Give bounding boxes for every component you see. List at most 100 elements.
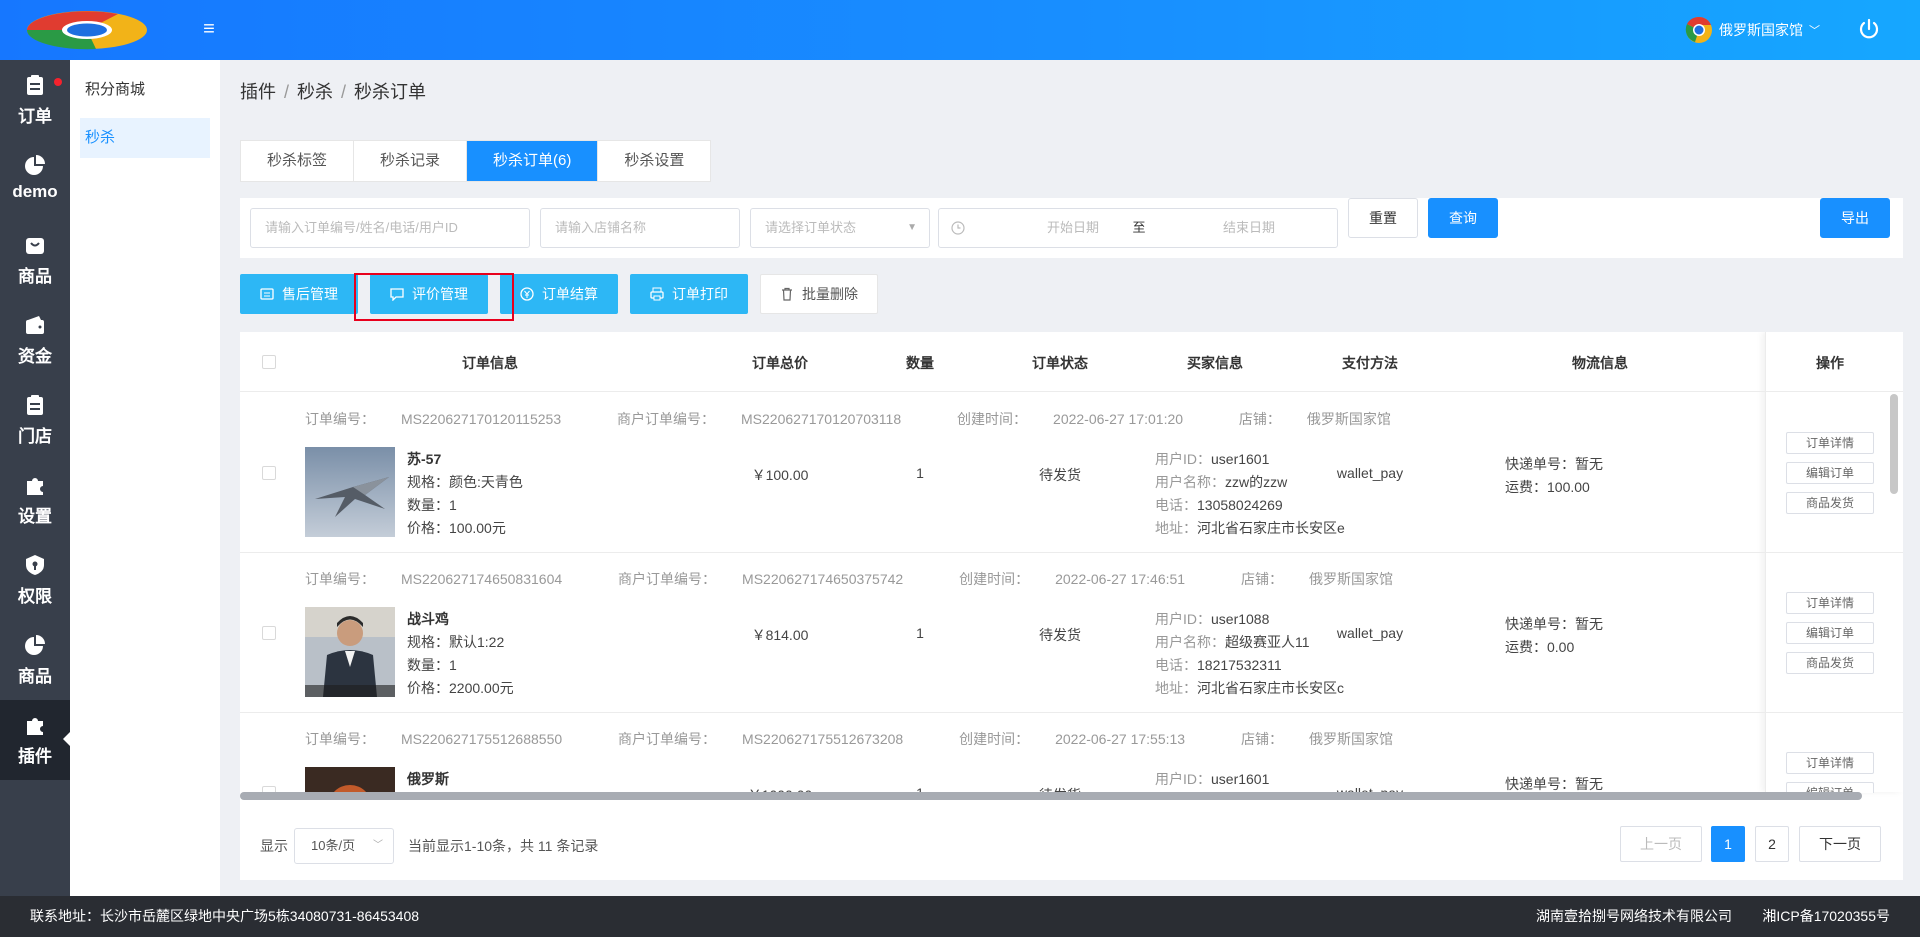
subnav-points-mall[interactable]: 积分商城 [80,70,210,110]
page-button[interactable]: 1 [1711,826,1745,862]
page-size-select[interactable]: 10条/页 ﹀ [294,828,394,864]
shop-name: 俄罗斯国家馆 [1308,731,1393,747]
nav-permissions[interactable]: 权限 [0,540,70,620]
sub-sidebar: 积分商城 秒杀 [70,60,220,896]
nav-stores[interactable]: 门店 [0,380,70,460]
prev-page-button[interactable]: 上一页 [1620,826,1702,862]
nav-label: 权限 [18,587,52,606]
after-sales-button[interactable]: 售后管理 [240,274,358,314]
edit-order-button[interactable]: 编辑订单 [1786,462,1874,484]
settlement-button[interactable]: 订单结算 [500,274,618,314]
tab-flash-tags[interactable]: 秒杀标签 [241,141,355,181]
print-button[interactable]: 订单打印 [630,274,748,314]
pagination-info: 显示 10条/页 ﹀ 当前显示1-10条，共 11 条记录 [260,828,598,864]
row-checkbox[interactable] [262,626,276,640]
ship-goods-button[interactable]: 商品发货 [1786,652,1874,674]
nav-label: 设置 [18,507,52,526]
subnav-flash-sale[interactable]: 秒杀 [80,118,210,158]
product-thumbnail [305,607,395,697]
batch-delete-button[interactable]: 批量删除 [760,274,878,314]
tab-flash-records[interactable]: 秒杀记录 [354,141,468,181]
order-meta: 订单编号： MS220627175512688550 商户订单编号： MS22062… [305,731,1393,747]
shop-input[interactable]: 请输入店铺名称 [540,208,740,248]
order-detail-button[interactable]: 订单详情 [1786,592,1874,614]
power-icon[interactable] [1858,18,1880,40]
store-name: 俄罗斯国家馆 [1719,22,1803,38]
merchant-order-number: MS220627174650375742 [742,571,904,587]
start-date[interactable]: 开始日期 [1013,209,1133,247]
buyer-address: 地址：河北省石家庄市长安区e [1155,520,1345,536]
breadcrumb-current: 秒杀订单 [354,82,427,102]
order-number: MS220627170120115253 [401,411,562,427]
logo-icon[interactable] [26,10,148,50]
breadcrumb-item[interactable]: 秒杀 [297,82,333,102]
status-select-placeholder: 请选择订单状态 [765,220,857,235]
buyer-phone: 电话：18217532311 [1155,657,1282,673]
bag-icon [26,238,44,254]
order-number: MS220627175512688550 [401,731,563,747]
buyer-id: 用户ID：user1601 [1155,451,1270,467]
next-page-button[interactable]: 下一页 [1799,826,1881,862]
export-button[interactable]: 导出 [1820,198,1890,238]
highlight-box [354,273,514,321]
select-all-checkbox[interactable] [262,355,276,369]
nav-label: 门店 [18,427,52,446]
status-select[interactable]: 请选择订单状态 ▼ [750,208,930,248]
created-time: 2022-06-27 17:55:13 [1055,731,1186,747]
nav-label: 资金 [18,347,52,366]
nav-orders[interactable]: 订单 [0,60,70,140]
end-date[interactable]: 结束日期 [1189,209,1309,247]
order-status: 待发货 [1039,627,1081,643]
main-sidebar: 订单 demo 商品 资金 门店 设置 权限 商品 插件 [0,60,70,896]
puzzle-icon [27,718,43,735]
horizontal-scrollbar[interactable] [240,792,1862,800]
order-meta: 订单编号： MS220627174650831604 商户订单编号： MS22062… [305,571,1393,587]
order-detail-button[interactable]: 订单详情 [1786,432,1874,454]
shop-name: 俄罗斯国家馆 [1306,411,1391,427]
tab-bar: 秒杀标签 秒杀记录 秒杀订单(6) 秒杀设置 [240,140,712,182]
col-order-info: 订单信息 [462,355,518,371]
menu-toggle-icon[interactable]: ≡ [198,18,220,40]
footer-address: 联系地址：长沙市岳麓区绿地中央广场5栋34080731-86453408 [30,908,420,924]
col-ops: 操作 [1816,355,1844,371]
ship-goods-button[interactable]: 商品发货 [1786,492,1874,514]
footer-company: 湖南壹拾捌号网络技术有限公司 [1536,908,1732,924]
print-label: 订单打印 [672,286,728,302]
range-separator: 至 [1132,220,1146,235]
pie-chart-icon [25,155,45,175]
nav-funds[interactable]: 资金 [0,300,70,380]
query-button[interactable]: 查询 [1428,198,1498,238]
footer-icp[interactable]: 湘ICP备17020355号 [1762,896,1890,937]
merchant-order-number: MS220627170120703118 [741,411,902,427]
chevron-down-icon: ﹀ [373,840,383,851]
product-price: 价格：2200.00元 [407,680,514,696]
after-sales-label: 售后管理 [282,286,338,302]
nav-products-2[interactable]: 商品 [0,620,70,700]
created-time: 2022-06-27 17:01:20 [1053,411,1184,427]
page-button[interactable]: 2 [1755,826,1789,862]
keyword-input[interactable]: 请输入订单编号/姓名/电话/用户ID [250,208,530,248]
nav-settings[interactable]: 设置 [0,460,70,540]
edit-order-button[interactable]: 编辑订单 [1786,622,1874,644]
nav-plugins[interactable]: 插件 [0,700,70,780]
breadcrumb-item[interactable]: 插件 [240,82,276,102]
nav-label: 订单 [18,107,52,126]
batch-delete-label: 批量删除 [802,286,858,302]
date-range-picker[interactable]: 开始日期 至 结束日期 [938,208,1338,248]
tab-flash-orders[interactable]: 秒杀订单(6) [467,141,599,181]
product-spec: 规格：默认1:22 [407,634,505,650]
order-status: 待发货 [1039,467,1081,483]
created-time: 2022-06-27 17:46:51 [1055,571,1186,587]
buyer-address: 地址：河北省石家庄市长安区c [1155,680,1344,696]
tab-flash-settings[interactable]: 秒杀设置 [598,141,710,181]
nav-products[interactable]: 商品 [0,220,70,300]
col-qty: 数量 [906,355,934,371]
user-menu[interactable]: 俄罗斯国家馆 ﹀ [1685,16,1820,44]
order-detail-button[interactable]: 订单详情 [1786,752,1874,774]
orders-table: 订单信息 订单总价 数量 订单状态 买家信息 支付方法 物流信息 操作 订单编号… [240,332,1903,880]
reset-button[interactable]: 重置 [1348,198,1418,238]
col-total: 订单总价 [752,355,808,371]
buyer-name: 用户名称：超级赛亚人11 [1155,634,1310,650]
nav-demo[interactable]: demo [0,140,70,220]
row-checkbox[interactable] [262,466,276,480]
